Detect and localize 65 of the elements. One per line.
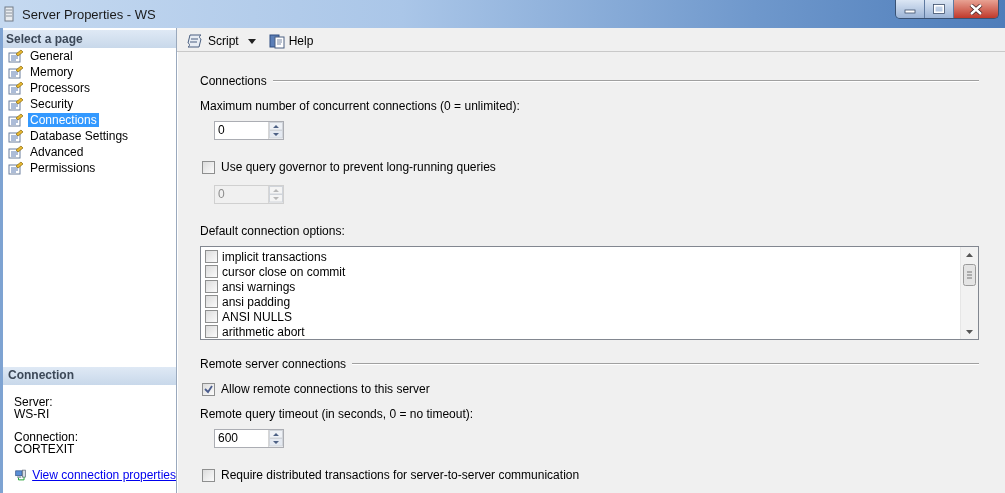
option-label[interactable]: ansi padding (222, 294, 291, 309)
checkbox-label[interactable]: Use query governor to prevent long-running queries (221, 160, 496, 174)
field-label: Server: (14, 396, 54, 408)
checkbox[interactable] (205, 325, 218, 338)
minimize-button[interactable] (896, 0, 925, 18)
connection-properties-link[interactable]: View connection properties (32, 468, 176, 482)
checkbox[interactable] (205, 310, 218, 323)
spinner-icon (268, 122, 283, 139)
page-icon (8, 81, 24, 95)
option-label[interactable]: implicit transactions (222, 249, 327, 264)
option-label[interactable]: ansi warnings (222, 279, 296, 294)
computer-icon (15, 467, 27, 483)
field-label: Connection: (14, 431, 80, 443)
option-label[interactable]: cursor close on commit (222, 264, 346, 279)
maximize-icon (933, 4, 945, 14)
checkbox[interactable] (202, 382, 215, 396)
script-button[interactable]: Script (183, 31, 242, 51)
help-button[interactable]: Help (265, 31, 317, 51)
field-value: WS-RI (14, 408, 51, 420)
page-list-item[interactable]: Security (28, 97, 76, 111)
option-label[interactable]: ANSI NULLS (222, 309, 293, 324)
close-icon (969, 3, 983, 15)
section-heading: Remote server connections (200, 357, 347, 371)
page-list-item[interactable]: Memory (28, 65, 76, 79)
field-label: Maximum number of concurrent connections (0 = unlimited): (200, 99, 521, 113)
close-button[interactable] (954, 0, 998, 18)
checkbox[interactable] (205, 250, 218, 263)
maximize-button[interactable] (925, 0, 954, 18)
page-icon (8, 161, 24, 175)
field-label: Remote query timeout (in seconds, 0 = no timeout): (200, 407, 475, 421)
page-icon (8, 49, 24, 63)
page-list-item[interactable]: Advanced (28, 145, 86, 159)
window-title: Server Properties - WS (22, 6, 157, 22)
help-book-icon (268, 33, 285, 49)
page-icon (8, 65, 24, 79)
page-icon (8, 145, 24, 159)
number-field[interactable]: 0 (214, 121, 284, 140)
caret-icon (247, 38, 256, 44)
checkbox[interactable] (205, 295, 218, 308)
number-field[interactable]: 600 (214, 429, 284, 448)
page-icon (8, 97, 24, 111)
checkbox[interactable] (202, 160, 215, 174)
section-heading: Connections (200, 74, 267, 88)
app-icon (4, 6, 14, 22)
spinner-icon (268, 186, 283, 203)
pane-header: Select a page (3, 30, 176, 48)
page-list-item[interactable]: General (28, 49, 75, 63)
options-list[interactable]: implicit transactions cursor close on commit ansi warnings ansi padding ANSI NULLS arithmetic abort (200, 246, 979, 340)
checkbox[interactable] (205, 265, 218, 278)
page-icon (8, 113, 24, 127)
checkbox[interactable] (205, 280, 218, 293)
scroll-icon (186, 33, 204, 49)
checkbox-label[interactable]: Require distributed transactions for server-to-server communication (221, 468, 580, 482)
page-list-item[interactable]: Processors (28, 81, 93, 95)
field-label: Default connection options: (200, 224, 346, 238)
spinner-icon (268, 430, 283, 447)
page-list-item[interactable]: Database Settings (28, 129, 131, 143)
scrollbar[interactable] (960, 247, 978, 339)
field-value: CORTEXIT (14, 443, 76, 455)
page-icon (8, 129, 24, 143)
checkbox[interactable] (202, 468, 215, 482)
pane-header: Connection (3, 367, 176, 385)
page-list-item[interactable]: Permissions (28, 161, 98, 175)
checkbox-label[interactable]: Allow remote connections to this server (221, 382, 430, 396)
option-label[interactable]: arithmetic abort (222, 324, 305, 339)
